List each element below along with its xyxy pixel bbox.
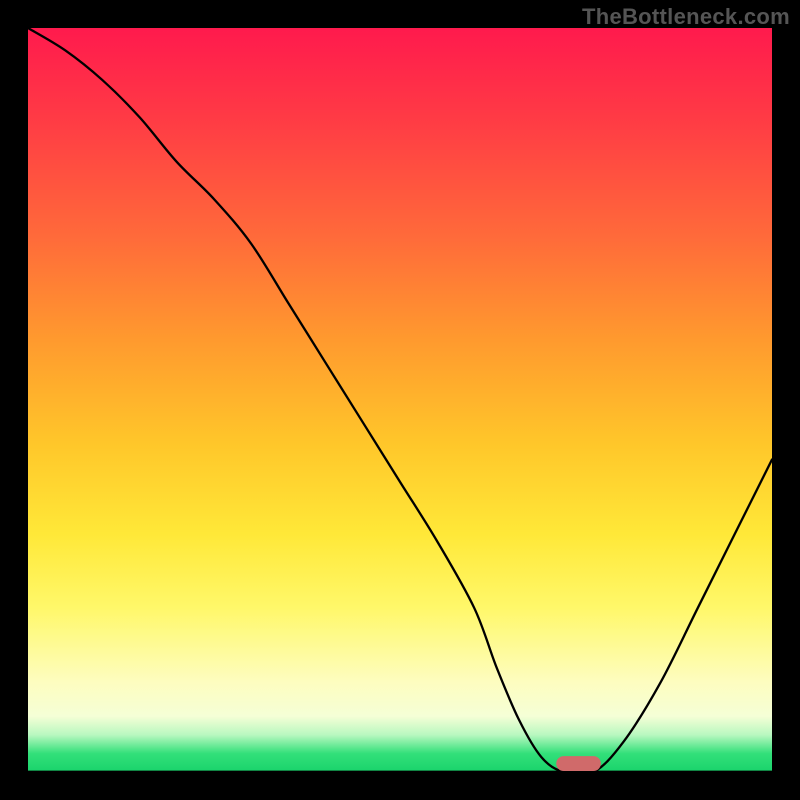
watermark-text: TheBottleneck.com [582, 4, 790, 30]
plot-area [28, 28, 772, 772]
chart-frame: TheBottleneck.com [0, 0, 800, 800]
gradient-background [28, 28, 772, 772]
